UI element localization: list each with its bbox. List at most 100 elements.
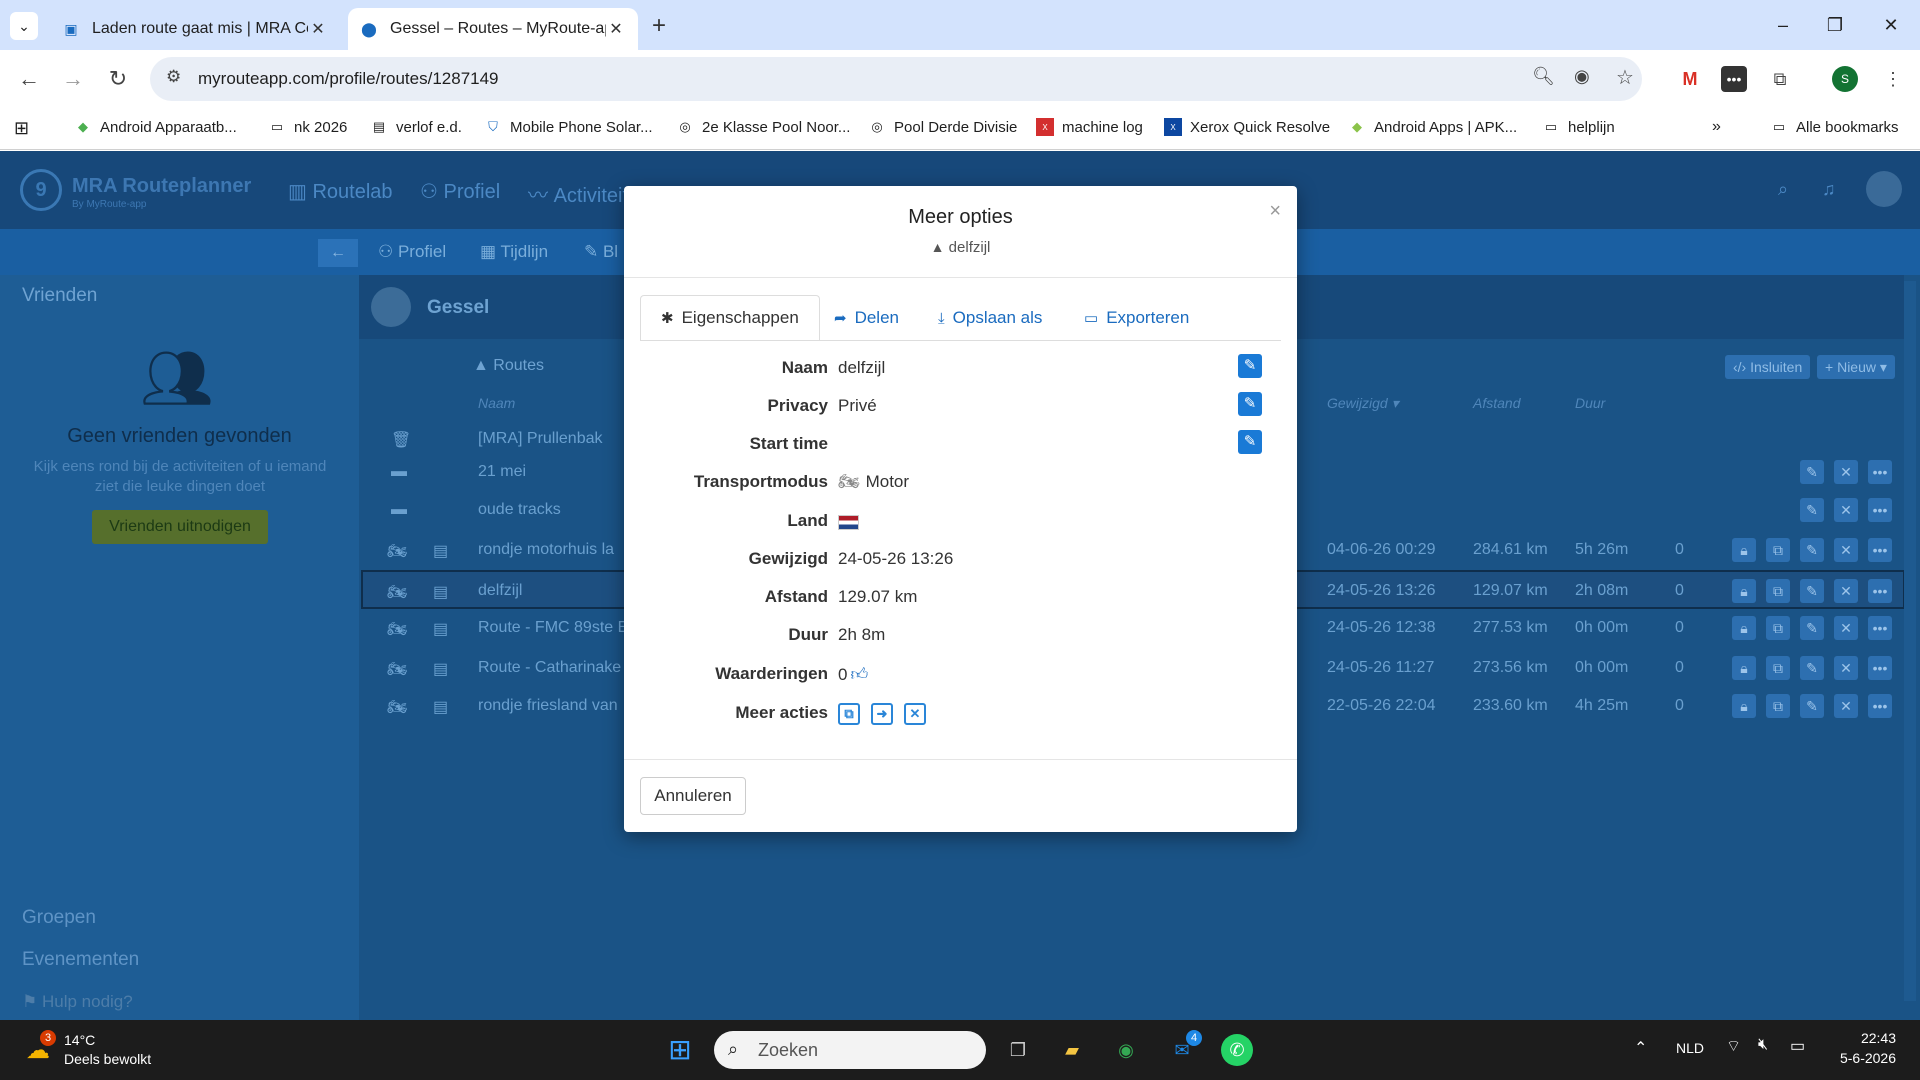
- more-bookmarks-icon[interactable]: »: [1712, 118, 1721, 136]
- site-info-icon[interactable]: ⚙: [166, 67, 181, 87]
- sidebar-events[interactable]: Evenementen: [22, 949, 139, 971]
- tab-exporteren[interactable]: ▭ Exporteren: [1064, 295, 1209, 341]
- delete-icon[interactable]: ✕: [1834, 579, 1858, 603]
- tab-inactive[interactable]: ▣ Laden route gaat mis | MRA Co ✕: [50, 8, 340, 50]
- bookmark-item[interactable]: ◆ Android Apparaatb...: [74, 118, 237, 136]
- edit-icon[interactable]: ✎: [1800, 656, 1824, 680]
- lock-icon[interactable]: 🔒︎: [1732, 538, 1756, 562]
- tray-chevron-icon[interactable]: ⌃: [1634, 1038, 1647, 1058]
- clock-time[interactable]: 22:43: [1826, 1030, 1896, 1046]
- minimize-button[interactable]: –: [1763, 10, 1803, 40]
- bookmark-item[interactable]: X Xerox Quick Resolve: [1164, 118, 1330, 136]
- nav-activiteit[interactable]: 〰 Activiteit: [528, 179, 628, 208]
- delete-icon[interactable]: ✕: [1834, 460, 1858, 484]
- bookmark-item[interactable]: ⛉ Mobile Phone Solar...: [484, 118, 652, 136]
- more-icon[interactable]: •••: [1868, 460, 1892, 484]
- address-bar[interactable]: ⚙ myrouteapp.com/profile/routes/1287149 …: [150, 57, 1642, 101]
- subnav-tijdlijn[interactable]: ▦ Tijdlijn: [480, 242, 548, 262]
- new-button[interactable]: + Nieuw ▾: [1817, 355, 1895, 379]
- edit-icon[interactable]: ✎: [1800, 579, 1824, 603]
- bookmark-item[interactable]: ◎ Pool Derde Divisie: [868, 118, 1017, 136]
- tab-search-button[interactable]: ⌄: [10, 12, 38, 40]
- copy-icon[interactable]: ⧉: [1766, 656, 1790, 680]
- bookmark-item[interactable]: Xmachine log: [1036, 118, 1143, 136]
- nav-profiel[interactable]: ⚇ Profiel: [420, 179, 500, 204]
- tab-opslaan-als[interactable]: ⤓ Opslaan als: [918, 295, 1062, 341]
- lock-icon[interactable]: 🔒︎: [1732, 656, 1756, 680]
- restore-button[interactable]: ❐: [1815, 10, 1855, 40]
- delete-icon[interactable]: ✕: [904, 703, 926, 725]
- collapse-sidebar-icon[interactable]: ←: [318, 239, 358, 267]
- close-icon[interactable]: ×: [1269, 200, 1281, 223]
- apps-grid-icon[interactable]: ⊞: [14, 118, 29, 139]
- more-icon[interactable]: •••: [1868, 538, 1892, 562]
- new-tab-button[interactable]: +: [652, 12, 666, 40]
- col-distance[interactable]: Afstand: [1473, 395, 1520, 411]
- zoom-icon[interactable]: 🔍︎: [1532, 66, 1555, 87]
- bookmark-star-icon[interactable]: ☆: [1616, 65, 1634, 90]
- whatsapp-icon[interactable]: ✆: [1221, 1034, 1253, 1066]
- embed-button[interactable]: ‹/› Insluiten: [1725, 355, 1811, 379]
- battery-icon[interactable]: ▭: [1790, 1036, 1805, 1056]
- col-duration[interactable]: Duur: [1575, 395, 1605, 411]
- tab-eigenschappen[interactable]: ✱ Eigenschappen: [640, 295, 820, 341]
- copy-icon[interactable]: ⧉: [1766, 579, 1790, 603]
- profile-avatar[interactable]: S: [1832, 66, 1858, 92]
- weather-widget[interactable]: ☁ 3 14°C Deels bewolkt: [20, 1030, 180, 1070]
- bookmark-folder[interactable]: ▭ nk 2026: [268, 118, 348, 136]
- more-icon[interactable]: •••: [1868, 616, 1892, 640]
- delete-icon[interactable]: ✕: [1834, 616, 1858, 640]
- lock-icon[interactable]: 🔒︎: [1732, 579, 1756, 603]
- invite-friends-button[interactable]: Vrienden uitnodigen: [92, 510, 268, 544]
- edit-icon[interactable]: ✎: [1800, 460, 1824, 484]
- edit-icon[interactable]: ✎: [1800, 616, 1824, 640]
- move-to-folder-icon[interactable]: ➜: [871, 703, 893, 725]
- task-view-icon[interactable]: ❐: [1002, 1034, 1034, 1066]
- search-icon[interactable]: ⌕: [1778, 179, 1788, 200]
- gmail-icon[interactable]: M: [1677, 66, 1703, 92]
- sidebar-help[interactable]: ⚑ Hulp nodig?: [22, 992, 133, 1012]
- more-icon[interactable]: •••: [1868, 656, 1892, 680]
- cancel-button[interactable]: Annuleren: [640, 777, 746, 815]
- close-tab-icon[interactable]: ✕: [308, 19, 328, 39]
- sidebar-friends-header[interactable]: Vrienden: [22, 285, 97, 307]
- scrollbar[interactable]: [1904, 281, 1916, 1001]
- edit-icon[interactable]: ✎: [1238, 430, 1262, 454]
- tab-active[interactable]: ⬤ Gessel – Routes – MyRoute-app ✕: [348, 8, 638, 50]
- extensions-puzzle-icon[interactable]: ⧉: [1767, 66, 1793, 92]
- clock-date[interactable]: 5-6-2026: [1814, 1050, 1896, 1066]
- forward-button[interactable]: →: [56, 62, 90, 96]
- eye-off-icon[interactable]: ◉: [1574, 66, 1590, 87]
- more-icon[interactable]: •••: [1868, 694, 1892, 718]
- user-avatar[interactable]: [1866, 171, 1902, 207]
- edit-icon[interactable]: ✎: [1800, 538, 1824, 562]
- delete-icon[interactable]: ✕: [1834, 656, 1858, 680]
- edit-icon[interactable]: ✎: [1800, 694, 1824, 718]
- windows-start-icon[interactable]: ⊞: [664, 1034, 696, 1066]
- delete-icon[interactable]: ✕: [1834, 538, 1858, 562]
- volume-muted-icon[interactable]: 🔇︎: [1758, 1036, 1768, 1054]
- edit-icon[interactable]: ✎: [1238, 392, 1262, 416]
- file-explorer-icon[interactable]: ▰: [1056, 1034, 1088, 1066]
- reload-button[interactable]: ↻: [101, 62, 135, 96]
- copy-icon[interactable]: ⧉: [1766, 694, 1790, 718]
- wifi-icon[interactable]: ⌔: [1726, 1036, 1741, 1056]
- subnav-blog[interactable]: ✎ Bl: [584, 242, 618, 262]
- col-modified[interactable]: Gewijzigd ▾: [1327, 395, 1399, 412]
- sidebar-groups[interactable]: Groepen: [22, 907, 96, 929]
- copy-icon[interactable]: ⧉: [1766, 616, 1790, 640]
- edit-icon[interactable]: ✎: [1800, 498, 1824, 522]
- close-tab-icon[interactable]: ✕: [606, 19, 626, 39]
- nav-routelab[interactable]: ▥ Routelab: [288, 179, 393, 204]
- thumbs-up-icon[interactable]: 👍︎: [850, 664, 868, 685]
- col-name[interactable]: Naam: [478, 395, 515, 411]
- taskbar-search[interactable]: ⌕ Zoeken: [714, 1031, 986, 1069]
- bookmark-item[interactable]: ◆ Android Apps | APK...: [1348, 118, 1517, 136]
- all-bookmarks-folder[interactable]: ▭ Alle bookmarks: [1770, 118, 1899, 136]
- chrome-menu-icon[interactable]: ⋮: [1880, 66, 1906, 92]
- delete-icon[interactable]: ✕: [1834, 498, 1858, 522]
- language-indicator[interactable]: NLD: [1676, 1040, 1704, 1056]
- close-window-button[interactable]: ✕: [1871, 10, 1911, 40]
- extension-dots-icon[interactable]: •••: [1721, 66, 1747, 92]
- more-icon[interactable]: •••: [1868, 498, 1892, 522]
